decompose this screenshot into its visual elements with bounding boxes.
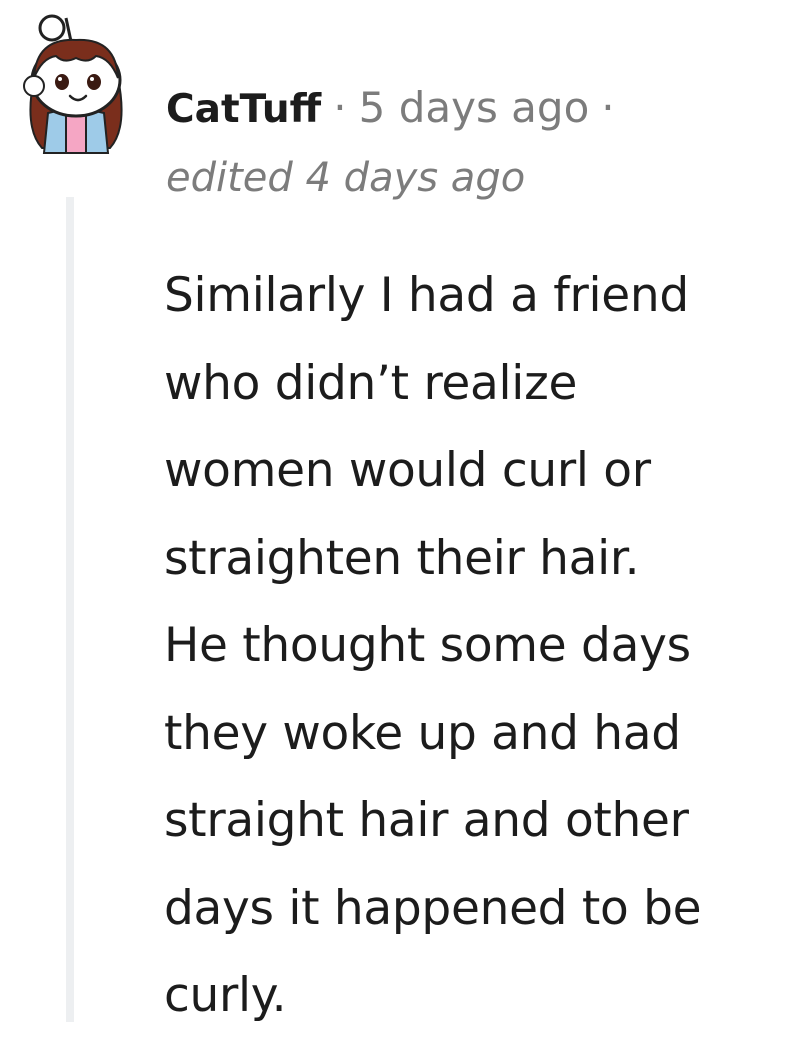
username-link[interactable]: CatTuff bbox=[166, 87, 321, 132]
comment-meta: CatTuff · 5 days ago · bbox=[166, 80, 627, 138]
comment-body: Similarly I had a friend who didn’t real… bbox=[164, 268, 702, 1023]
edited-timestamp: edited 4 days ago bbox=[166, 155, 526, 201]
snoo-avatar-icon bbox=[23, 14, 123, 154]
meta-separator-2: · bbox=[601, 83, 615, 132]
comment-timestamp[interactable]: 5 days ago bbox=[359, 83, 590, 132]
thread-collapse-line[interactable] bbox=[66, 197, 74, 1022]
user-avatar[interactable] bbox=[14, 8, 138, 158]
meta-separator: · bbox=[333, 83, 347, 132]
comment: CatTuff · 5 days ago · edited 4 days ago Si… bbox=[0, 0, 800, 1023]
